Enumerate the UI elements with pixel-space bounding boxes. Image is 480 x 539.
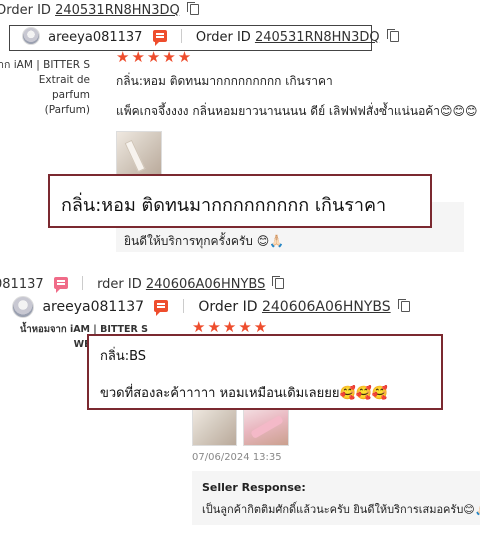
order-id-link[interactable]: 240606A06HNYBS	[262, 299, 391, 315]
chat-icon[interactable]	[152, 30, 167, 46]
review-photo[interactable]	[243, 408, 289, 446]
highlight-callout: กลิ่น:หอม ติดทนมากกกกกกกกก เกินราคา	[48, 174, 432, 228]
review-photo[interactable]	[192, 408, 237, 446]
avatar[interactable]	[22, 27, 40, 45]
rating-stars: ★★★★★	[116, 48, 194, 66]
copy-icon[interactable]	[186, 2, 199, 15]
avatar[interactable]	[12, 296, 34, 318]
review-photo[interactable]	[116, 131, 162, 177]
highlight-callout: กลิ่น:BS ขวดที่สองละค้าาาาา หอมเหมือนเดิ…	[87, 334, 443, 410]
divider	[180, 29, 182, 43]
order-label: Order ID	[198, 299, 258, 315]
chat-icon[interactable]	[53, 277, 68, 293]
review1-order-header-top: Order ID 240531RN8HN3DQ	[0, 2, 199, 18]
product-line: าก iAM | BITTER S	[0, 59, 90, 71]
review-comment: แพ็คเกจจึ้งงงง กลิ่นหอมยาวนานนนน ดีย์ เล…	[116, 104, 478, 118]
copy-icon[interactable]	[272, 276, 285, 289]
order-label: Order ID	[0, 3, 51, 18]
seller-response-label: Seller Response:	[202, 481, 306, 494]
order-id-link[interactable]: 240531RN8HN3DQ	[55, 3, 180, 18]
order-id-link[interactable]: 240531RN8HN3DQ	[255, 30, 380, 45]
review-attribute: กลิ่น:หอม ติดทนมากกกกกกกกก เกินราคา	[116, 74, 333, 88]
username-fragment[interactable]: 081137	[0, 277, 44, 292]
callout-text: กลิ่น:หอม ติดทนมากกกกกกกกก เกินราคา	[61, 195, 387, 216]
product-line: Extrait de parfum	[38, 74, 90, 101]
copy-icon[interactable]	[398, 299, 411, 312]
product-name[interactable]: าก iAM | BITTER S Extrait de parfum (Par…	[0, 58, 90, 118]
review2-header: areeya081137 Order ID 240606A06HNYBS	[12, 296, 411, 318]
copy-icon[interactable]	[386, 29, 399, 42]
callout-attribute: กลิ่น:BS	[100, 349, 147, 364]
seller-response-box: Seller Response: เป็นลูกค้ากิตติมศักดิ์แ…	[192, 471, 480, 525]
seller-reply: ยินดีให้บริการทุกครั้งครับ 😊🙏🏻	[124, 234, 285, 248]
username[interactable]: areeya081137	[48, 30, 142, 45]
order-label: rder ID	[97, 277, 142, 292]
divider	[182, 299, 184, 313]
seller-reply: เป็นลูกค้ากิตติมศักดิ์แล้วนะครับ ยินดีให…	[202, 503, 480, 516]
username[interactable]: areeya081137	[42, 299, 144, 315]
review-date: 07/06/2024 13:35	[192, 452, 282, 463]
chat-icon[interactable]	[154, 300, 169, 316]
review2-order-header-top: 081137 rder ID 240606A06HNYBS	[0, 276, 285, 293]
order-label: Order ID	[195, 30, 251, 45]
product-line: (Parfum)	[44, 104, 90, 116]
callout-comment: ขวดที่สองละค้าาาาา หอมเหมือนเดิมเลยยย🥰🥰🥰	[100, 386, 389, 401]
divider	[81, 276, 83, 290]
order-id-link[interactable]: 240606A06HNYBS	[146, 277, 265, 292]
